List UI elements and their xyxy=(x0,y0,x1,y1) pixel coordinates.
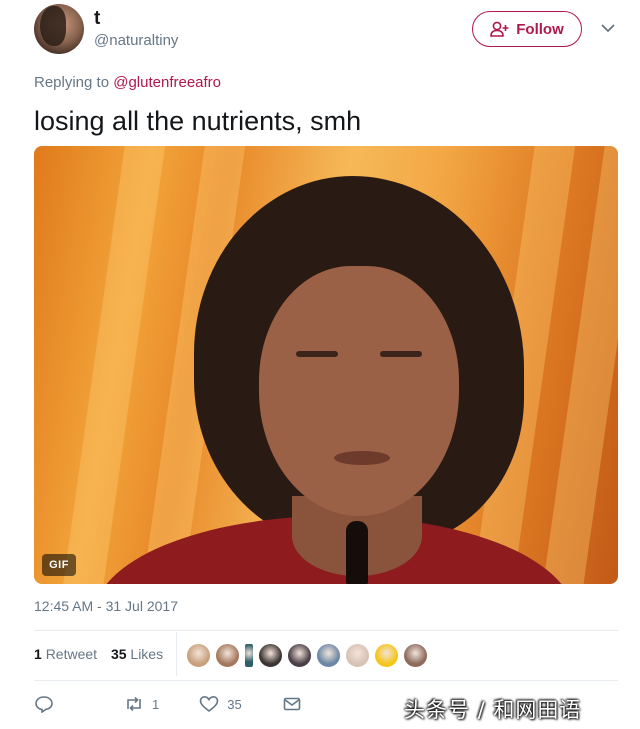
tweet-media-gif[interactable]: GIF xyxy=(34,146,618,584)
person-add-icon xyxy=(490,21,509,37)
reply-button[interactable] xyxy=(34,695,62,713)
user-handle[interactable]: @naturaltiny xyxy=(94,32,178,49)
likers-avatars xyxy=(186,643,428,669)
liker-avatar[interactable] xyxy=(186,643,211,668)
heart-icon xyxy=(199,695,219,713)
direct-message-button[interactable] xyxy=(282,695,302,713)
divider xyxy=(176,632,177,676)
tweet-timestamp[interactable]: 12:45 AM - 31 Jul 2017 xyxy=(34,598,178,614)
liker-avatar[interactable] xyxy=(215,643,240,668)
follow-label: Follow xyxy=(516,20,564,38)
follow-button[interactable]: Follow xyxy=(472,11,582,47)
tweet-header: t @naturaltiny Follow xyxy=(34,4,626,60)
tweet-text: losing all the nutrients, smh xyxy=(34,106,362,136)
likes-stat[interactable]: 35 Likes xyxy=(111,646,163,662)
liker-avatar[interactable] xyxy=(374,643,399,668)
retweet-count: 1 xyxy=(152,696,160,712)
like-button[interactable]: 35 xyxy=(199,695,242,713)
reply-mention-link[interactable]: @glutenfreeafro xyxy=(113,74,221,91)
liker-avatar[interactable] xyxy=(316,643,341,668)
liker-avatar[interactable] xyxy=(258,643,283,668)
divider xyxy=(34,630,618,631)
gif-badge: GIF xyxy=(42,554,76,576)
engagement-stats: 1 Retweet 35 Likes xyxy=(34,646,163,662)
liker-avatar[interactable] xyxy=(403,643,428,668)
liker-avatar[interactable] xyxy=(287,643,312,668)
liker-avatar[interactable] xyxy=(345,643,370,668)
chevron-down-icon[interactable] xyxy=(600,22,616,34)
retweet-icon xyxy=(127,696,141,712)
watermark: 头条号 / 和网田语 xyxy=(404,698,582,722)
display-name[interactable]: t xyxy=(94,8,100,30)
reply-icon xyxy=(35,696,53,713)
user-avatar[interactable] xyxy=(34,4,84,54)
retweet-button[interactable]: 1 xyxy=(124,695,159,713)
retweet-stat[interactable]: 1 Retweet xyxy=(34,646,97,662)
replying-to-prefix: Replying to xyxy=(34,74,110,91)
liker-avatar[interactable] xyxy=(244,643,254,668)
replying-to: Replying to @glutenfreeafro xyxy=(34,74,221,91)
envelope-icon xyxy=(283,697,301,711)
tweet-actions: 1 35 xyxy=(34,692,302,716)
divider xyxy=(34,680,618,681)
like-count: 35 xyxy=(227,696,242,712)
